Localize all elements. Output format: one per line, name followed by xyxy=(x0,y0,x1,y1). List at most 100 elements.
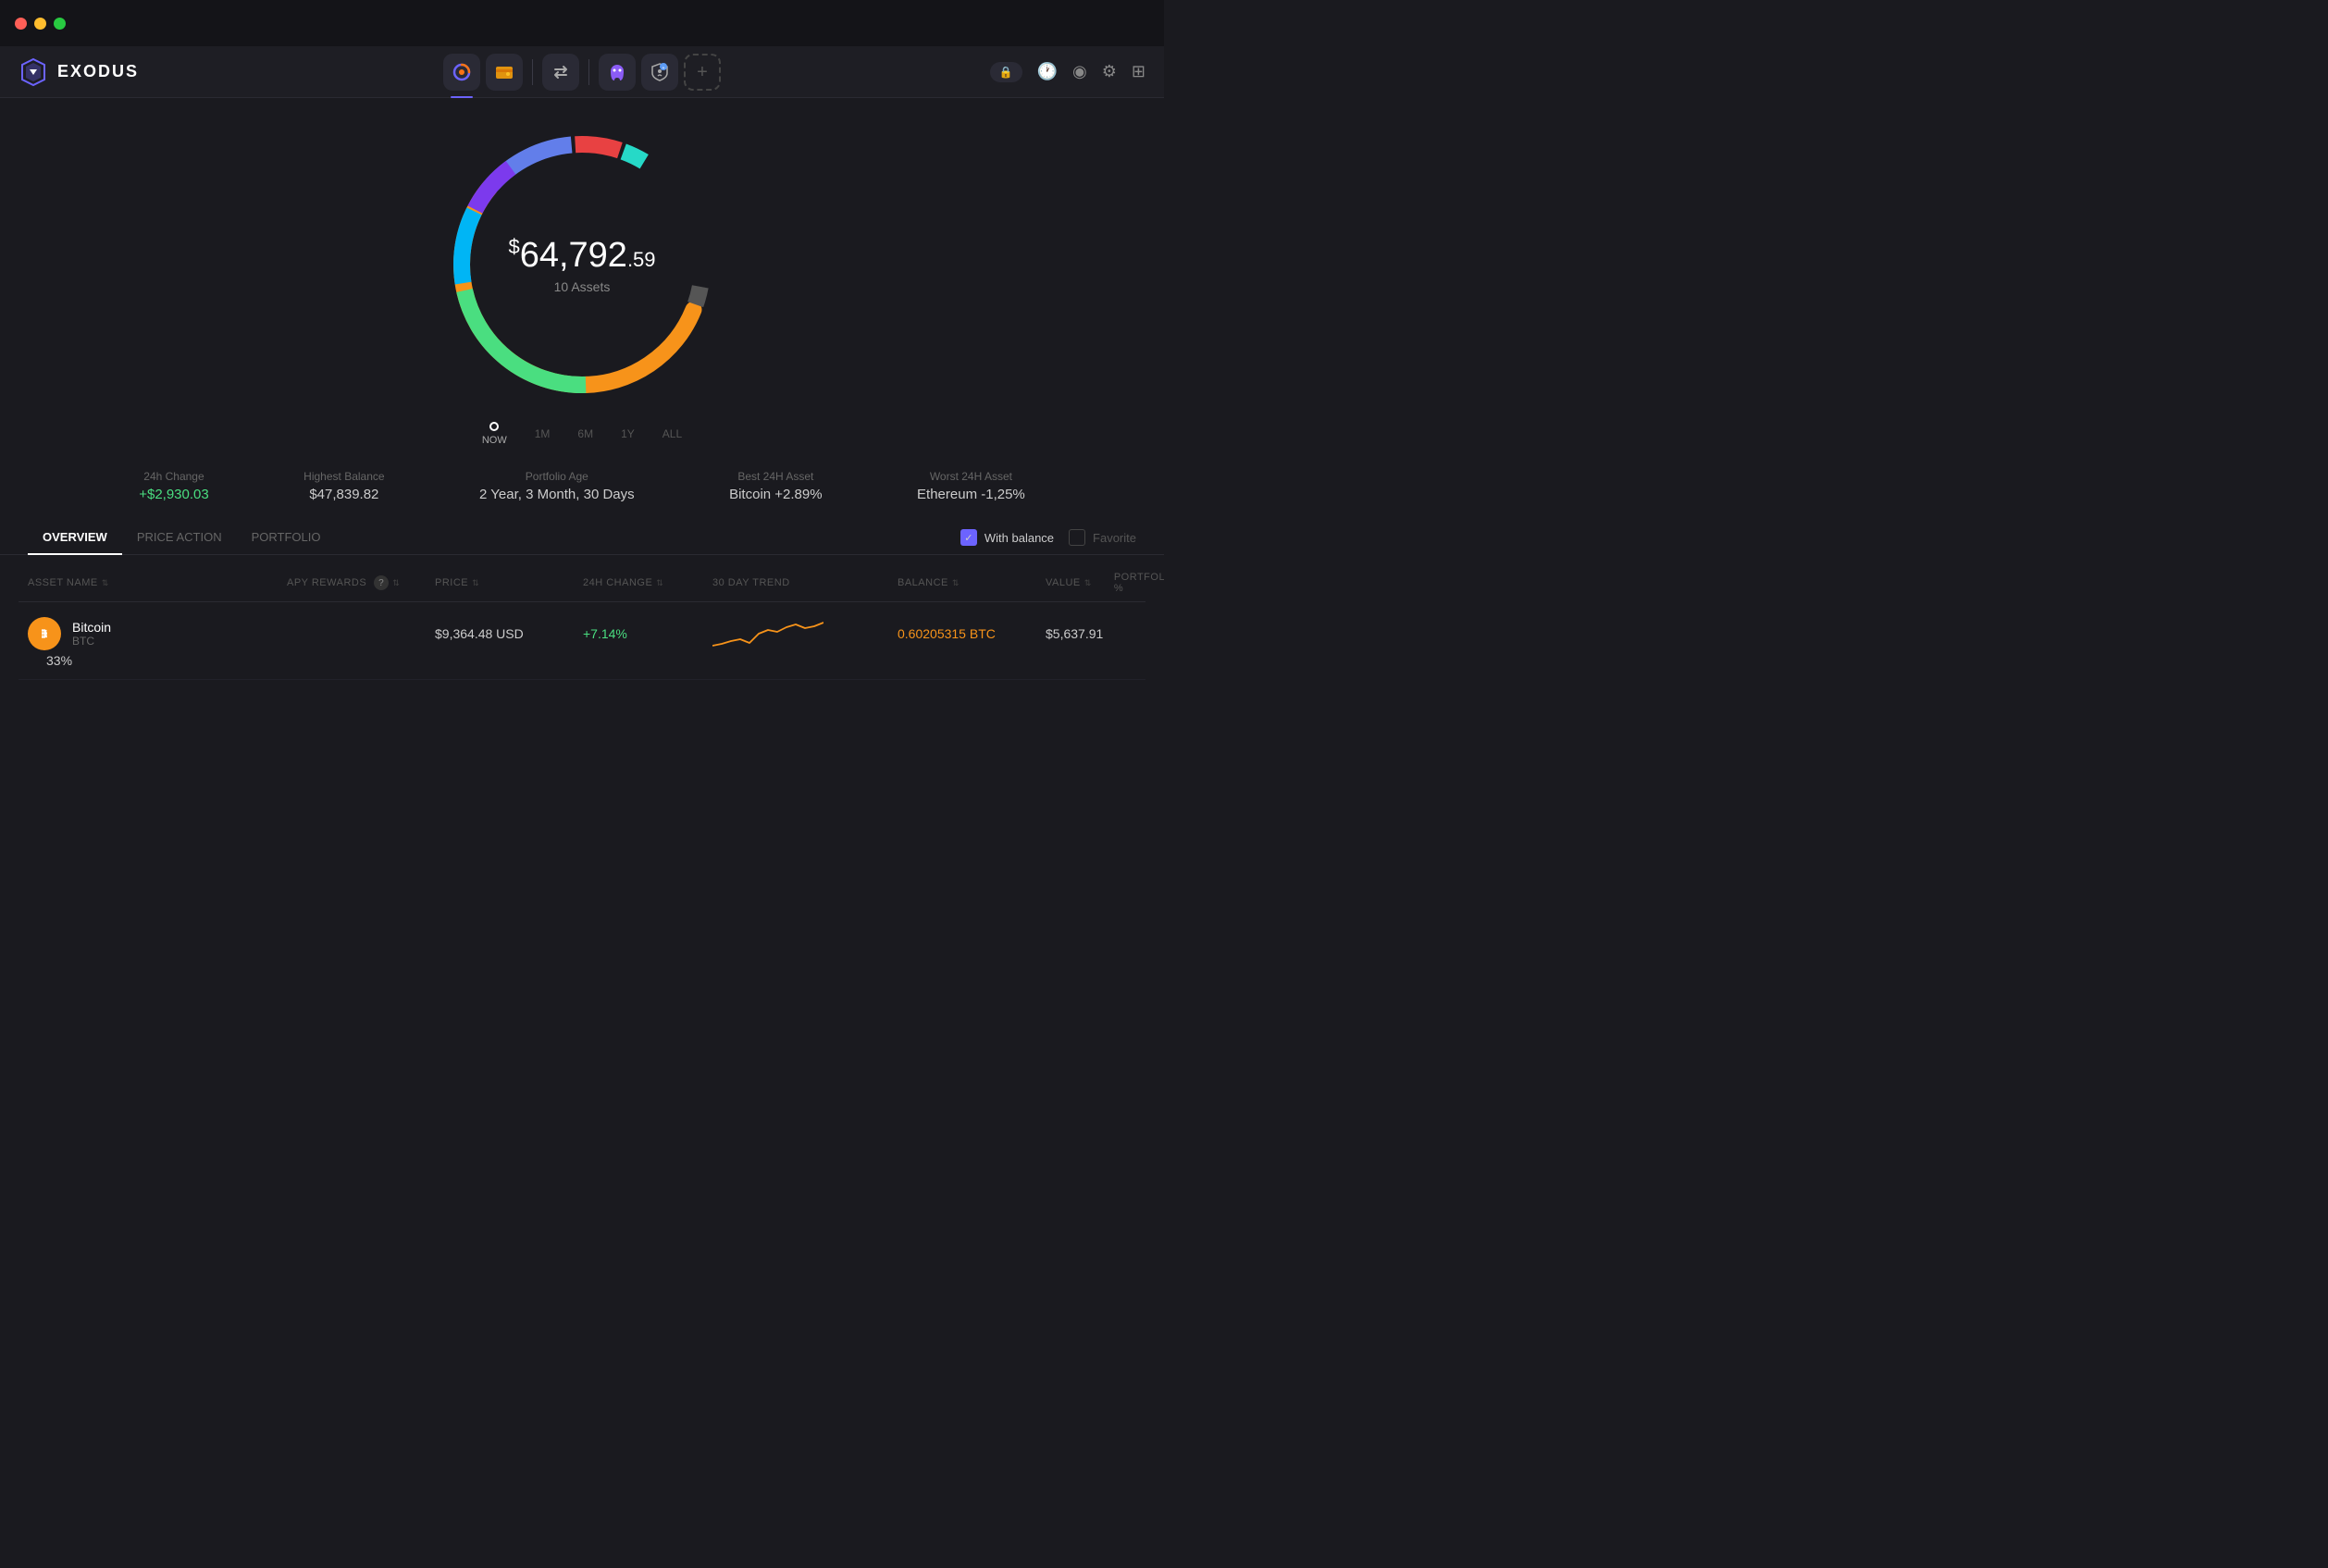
th-balance-sort-icon: ⇅ xyxy=(952,578,960,588)
settings-nav-icon[interactable]: ⚙ xyxy=(1102,62,1117,81)
logo-text: EXODUS xyxy=(57,62,139,81)
th-apy-label: APY REWARDS xyxy=(287,577,366,588)
phantom-icon xyxy=(607,62,627,82)
timeline-now-label: NOW xyxy=(482,435,507,446)
timeline-all[interactable]: ALL xyxy=(662,427,682,440)
navbar: EXODUS xyxy=(0,46,1164,98)
exodus-logo-icon xyxy=(19,57,48,87)
with-balance-label: With balance xyxy=(984,531,1054,545)
timeline-now[interactable]: NOW xyxy=(482,422,507,446)
asset-info-btc: Bitcoin BTC xyxy=(28,617,287,650)
profile-nav-icon[interactable]: ◉ xyxy=(1072,62,1087,81)
timeline: NOW 1M 6M 1Y ALL xyxy=(445,422,719,446)
th-value-label: VALUE xyxy=(1046,577,1081,588)
td-trend-btc xyxy=(712,613,898,653)
th-30day-trend: 30 DAY TREND xyxy=(712,572,898,594)
lock-toggle[interactable]: 🔒 xyxy=(990,62,1022,82)
stat-highest-balance-label: Highest Balance xyxy=(303,470,384,483)
shield-nav-button[interactable]: + xyxy=(641,54,678,91)
th-price: PRICE ⇅ xyxy=(435,572,583,594)
th-24h-sort-icon: ⇅ xyxy=(656,578,663,588)
grid-nav-icon[interactable]: ⊞ xyxy=(1132,62,1145,81)
th-24h-label: 24H CHANGE xyxy=(583,577,652,588)
with-balance-checkmark: ✓ xyxy=(960,529,977,546)
stat-portfolio-age: Portfolio Age 2 Year, 3 Month, 30 Days xyxy=(479,470,635,502)
asset-count: 10 Assets xyxy=(508,279,655,294)
close-button[interactable] xyxy=(15,18,27,30)
asset-ticker-btc: BTC xyxy=(72,635,111,648)
th-price-sort-icon: ⇅ xyxy=(472,578,479,588)
exchange-nav-button[interactable] xyxy=(542,54,579,91)
th-value-sort-icon: ⇅ xyxy=(1084,578,1092,588)
timeline-1y[interactable]: 1Y xyxy=(621,427,635,440)
td-change-btc: +7.14% xyxy=(583,626,712,641)
stat-best-asset-value: Bitcoin +2.89% xyxy=(729,487,822,502)
history-nav-icon[interactable]: 🕐 xyxy=(1037,62,1058,81)
timeline-6m[interactable]: 6M xyxy=(577,427,593,440)
td-portfolio-btc: 33% xyxy=(46,653,287,668)
with-balance-toggle[interactable]: ✓ With balance xyxy=(960,529,1054,546)
stat-highest-balance: Highest Balance $47,839.82 xyxy=(303,470,384,502)
phantom-nav-button[interactable] xyxy=(599,54,636,91)
timeline-now-circle xyxy=(489,422,499,431)
tabs: OVERVIEW PRICE ACTION PORTFOLIO xyxy=(28,521,335,554)
maximize-button[interactable] xyxy=(54,18,66,30)
donut-chart: $64,792.59 10 Assets xyxy=(434,117,730,413)
th-balance: BALANCE ⇅ xyxy=(898,572,1046,594)
minimize-button[interactable] xyxy=(34,18,46,30)
portfolio-nav-button[interactable] xyxy=(443,54,480,91)
nav-right: 🔒 🕐 ◉ ⚙ ⊞ xyxy=(990,62,1145,82)
exchange-icon xyxy=(551,62,571,82)
tab-price-action[interactable]: PRICE ACTION xyxy=(122,521,237,555)
stat-portfolio-age-value: 2 Year, 3 Month, 30 Days xyxy=(479,487,635,502)
wallet-nav-button[interactable] xyxy=(486,54,523,91)
plus-icon: + xyxy=(697,63,708,81)
th-apy-rewards: APY REWARDS ? ⇅ xyxy=(287,572,435,594)
table-row[interactable]: Bitcoin BTC $9,364.48 USD +7.14% 0.60205… xyxy=(19,602,1145,680)
th-apy-sort-icon: ⇅ xyxy=(392,578,400,588)
timeline-1m[interactable]: 1M xyxy=(535,427,551,440)
th-asset-name-sort-icon: ⇅ xyxy=(102,578,109,588)
portfolio-section: $64,792.59 10 Assets NOW 1M 6M 1Y ALL xyxy=(0,98,1164,455)
stat-24h-change: 24h Change +$2,930.03 xyxy=(139,470,209,502)
stat-worst-asset-label: Worst 24H Asset xyxy=(917,470,1025,483)
th-balance-label: BALANCE xyxy=(898,577,948,588)
stat-highest-balance-value: $47,839.82 xyxy=(303,487,384,502)
apy-info-icon[interactable]: ? xyxy=(374,575,389,590)
table-header: ASSET NAME ⇅ APY REWARDS ? ⇅ PRICE ⇅ 24H… xyxy=(19,564,1145,602)
tab-overview[interactable]: OVERVIEW xyxy=(28,521,122,555)
th-asset-name-label: ASSET NAME xyxy=(28,577,98,588)
wallet-icon xyxy=(494,62,514,82)
favorite-checkbox xyxy=(1069,529,1085,546)
stat-best-asset-label: Best 24H Asset xyxy=(729,470,822,483)
stat-best-asset: Best 24H Asset Bitcoin +2.89% xyxy=(729,470,822,502)
nav-center: + + xyxy=(443,54,721,91)
shield-icon: + xyxy=(650,62,670,82)
td-price-btc: $9,364.48 USD xyxy=(435,626,583,641)
nav-separator-1 xyxy=(532,59,533,85)
td-value-btc: $5,637.91 xyxy=(1046,626,1164,641)
th-asset-name: ASSET NAME ⇅ xyxy=(28,572,287,594)
stat-portfolio-age-label: Portfolio Age xyxy=(479,470,635,483)
tab-portfolio[interactable]: PORTFOLIO xyxy=(237,521,336,555)
asset-name-btc: Bitcoin xyxy=(72,620,111,635)
portfolio-amount: $64,792.59 xyxy=(508,235,655,276)
tabs-section: OVERVIEW PRICE ACTION PORTFOLIO ✓ With b… xyxy=(0,521,1164,555)
titlebar xyxy=(0,0,1164,46)
stat-24h-change-label: 24h Change xyxy=(139,470,209,483)
amount-cents: .59 xyxy=(627,248,656,271)
asset-name-col-btc: Bitcoin BTC xyxy=(72,620,111,648)
lock-icon: 🔒 xyxy=(999,66,1013,79)
th-trend-label: 30 DAY TREND xyxy=(712,577,790,588)
amount-main: 64,792 xyxy=(520,236,627,275)
stats-row: 24h Change +$2,930.03 Highest Balance $4… xyxy=(73,470,1091,502)
logo: EXODUS xyxy=(19,57,139,87)
td-balance-btc: 0.60205315 BTC xyxy=(898,626,1046,641)
stat-worst-asset: Worst 24H Asset Ethereum -1,25% xyxy=(917,470,1025,502)
add-nav-button[interactable]: + xyxy=(684,54,721,91)
th-value: VALUE ⇅ PORTFOLIO % ⇅ xyxy=(1046,572,1164,594)
favorite-toggle[interactable]: Favorite xyxy=(1069,529,1136,546)
assets-table: ASSET NAME ⇅ APY REWARDS ? ⇅ PRICE ⇅ 24H… xyxy=(0,564,1164,680)
donut-center: $64,792.59 10 Assets xyxy=(508,235,655,294)
th-price-label: PRICE xyxy=(435,577,468,588)
